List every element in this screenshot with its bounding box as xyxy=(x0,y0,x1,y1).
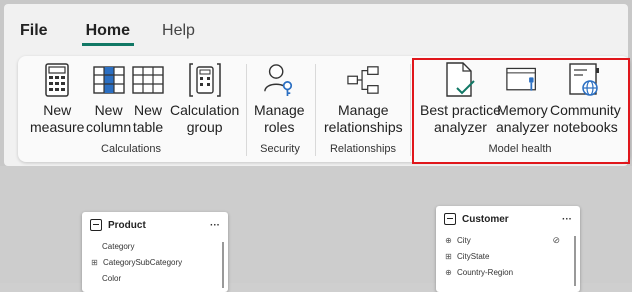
group-calculations: New measure New column New table Calcula… xyxy=(18,56,244,162)
card-header: Customer ··· xyxy=(436,206,580,232)
scrollbar[interactable] xyxy=(222,242,224,288)
field-label: Country-Region xyxy=(457,267,514,277)
group-label-calculations: Calculations xyxy=(101,143,161,155)
calculator-icon xyxy=(41,62,73,98)
group-divider xyxy=(410,64,411,156)
calculation-group-icon xyxy=(188,62,221,98)
model-health-highlight xyxy=(412,58,630,164)
group-divider xyxy=(315,64,316,156)
new-table-label: New table xyxy=(132,102,164,135)
table-card-product[interactable]: Product ··· Category ⊞ CategorySubCategor… xyxy=(82,212,228,292)
manage-relationships-label: Manage relationships xyxy=(324,102,403,135)
field-label: Color xyxy=(102,273,122,283)
table-card-customer[interactable]: Customer ··· ⊕ City ⊘ ⊞ CityState ⊕ Countr… xyxy=(436,206,580,292)
card-header: Product ··· xyxy=(82,212,228,238)
field-row[interactable]: ⊞ CityState xyxy=(436,248,580,264)
table-icon xyxy=(444,213,456,225)
more-options-icon[interactable]: ··· xyxy=(562,214,572,225)
globe-icon: ⊕ xyxy=(445,267,452,277)
group-label-relationships: Relationships xyxy=(329,143,397,155)
field-label: City xyxy=(457,235,471,245)
scrollbar[interactable] xyxy=(574,236,576,286)
field-row[interactable]: Color xyxy=(82,270,228,286)
hierarchy-icon: ⊞ xyxy=(445,251,452,261)
menu-help[interactable]: Help xyxy=(158,16,199,46)
field-label: CityState xyxy=(457,251,490,261)
hidden-eye-icon[interactable]: ⊘ xyxy=(552,235,560,246)
manage-relationships-button[interactable]: Manage relationships xyxy=(324,62,403,136)
person-key-icon xyxy=(263,62,295,98)
calculation-group-label: Calculation group xyxy=(170,102,240,135)
new-measure-label: New measure xyxy=(30,102,85,135)
app-frame: File Home Help New measure New column Ne… xyxy=(0,0,632,292)
more-options-icon[interactable]: ··· xyxy=(210,220,220,231)
menu-file[interactable]: File xyxy=(16,16,52,46)
group-divider xyxy=(246,64,247,156)
new-table-icon xyxy=(132,62,164,98)
new-column-icon xyxy=(92,62,125,98)
ribbon-area: File Home Help New measure New column Ne… xyxy=(4,4,630,166)
globe-icon: ⊕ xyxy=(445,235,452,245)
new-table-button[interactable]: New table xyxy=(132,62,164,136)
new-column-button[interactable]: New column xyxy=(86,62,131,136)
new-column-label: New column xyxy=(86,102,132,135)
card-title: Product xyxy=(108,219,146,231)
manage-roles-label: Manage roles xyxy=(254,102,305,135)
menu-home[interactable]: Home xyxy=(81,16,135,46)
model-canvas[interactable]: Product ··· Category ⊞ CategorySubCategor… xyxy=(0,166,632,292)
field-row[interactable]: ⊞ CategorySubCategory xyxy=(82,254,228,270)
hierarchy-icon: ⊞ xyxy=(91,257,98,267)
field-row[interactable]: ⊕ Country-Region xyxy=(436,264,580,280)
menu-bar: File Home Help xyxy=(16,16,223,46)
calculation-group-button[interactable]: Calculation group xyxy=(170,62,239,136)
relationships-icon xyxy=(347,62,379,98)
new-measure-button[interactable]: New measure xyxy=(30,62,84,136)
field-label: Category xyxy=(102,241,135,251)
field-label: CategorySubCategory xyxy=(103,257,183,267)
card-title: Customer xyxy=(462,213,509,225)
group-label-security: Security xyxy=(260,143,300,155)
field-row[interactable]: ⊕ City ⊘ xyxy=(436,232,580,248)
group-security: Manage roles Security xyxy=(248,56,312,162)
manage-roles-button[interactable]: Manage roles xyxy=(254,62,305,136)
group-relationships: Manage relationships Relationships xyxy=(318,56,408,162)
table-icon xyxy=(90,219,102,231)
field-row[interactable]: Category xyxy=(82,238,228,254)
